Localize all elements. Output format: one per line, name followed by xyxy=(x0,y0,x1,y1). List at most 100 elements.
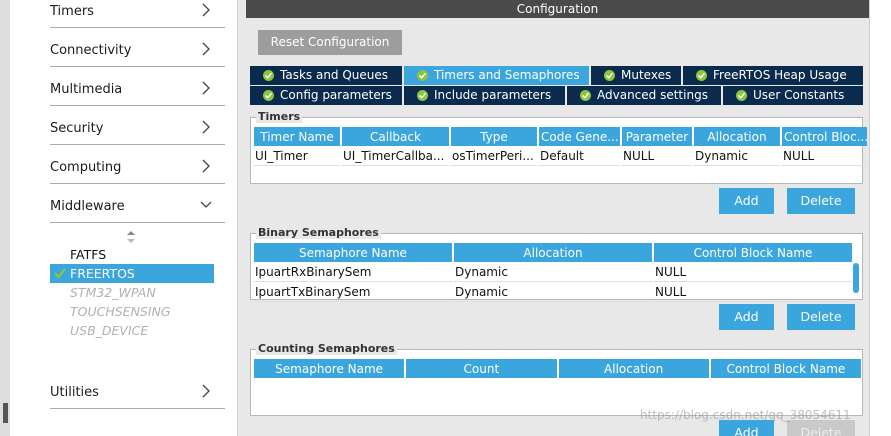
table-row[interactable]: IpuartTxBinarySem Dynamic NULL xyxy=(254,282,852,302)
column-header[interactable]: Parameter xyxy=(622,127,692,146)
chevron-right-icon xyxy=(202,81,210,95)
column-header[interactable]: Count xyxy=(406,359,557,378)
category-sidebar: Timers Connectivity Multimedia Security … xyxy=(0,0,237,436)
tab-label: FreeRTOS Heap Usage xyxy=(713,68,847,82)
table-cell: Dynamic xyxy=(694,146,780,166)
category-label: Connectivity xyxy=(50,43,132,58)
table-cell: Dynamic xyxy=(454,262,652,282)
table-cell: Dynamic xyxy=(454,282,652,302)
middleware-item-stm32-wpan[interactable]: STM32_WPAN xyxy=(50,283,214,302)
check-circle-icon xyxy=(580,90,591,101)
check-circle-icon xyxy=(263,70,274,81)
tab-user-constants[interactable]: User Constants xyxy=(723,86,863,105)
binary-semaphores-scrollbar[interactable] xyxy=(853,263,859,293)
table-cell: UI_TimerCallba... xyxy=(342,146,449,166)
category-label: Timers xyxy=(50,4,94,19)
check-circle-icon xyxy=(736,90,747,101)
middleware-item-label: USB_DEVICE xyxy=(70,323,149,338)
column-header[interactable]: Semaphore Name xyxy=(254,359,405,378)
tab-timers-and-semaphores[interactable]: Timers and Semaphores xyxy=(404,66,589,85)
left-edge-strip xyxy=(0,0,10,436)
reset-configuration-button[interactable]: Reset Configuration xyxy=(258,30,402,55)
category-label: Utilities xyxy=(50,385,99,400)
left-scroll-grip[interactable] xyxy=(3,403,8,423)
category-label: Security xyxy=(50,121,104,136)
table-cell: IpuartRxBinarySem xyxy=(254,262,452,282)
column-header[interactable]: Code Gene... xyxy=(539,127,620,146)
middleware-item-label: FREERTOS xyxy=(70,266,135,281)
column-header[interactable]: Control Block Name xyxy=(710,359,861,378)
group-title: Counting Semaphores xyxy=(256,342,397,355)
tab-config-parameters[interactable]: Config parameters xyxy=(250,86,402,105)
column-header[interactable]: Timer Name xyxy=(254,127,340,146)
category-multimedia[interactable]: Multimedia xyxy=(50,78,225,106)
table-cell: osTimerPeri... xyxy=(451,146,537,166)
watermark-text: https://blog.csdn.net/qq_38054611 xyxy=(640,408,851,422)
chevron-right-icon xyxy=(202,42,210,56)
tab-label: Timers and Semaphores xyxy=(434,68,580,82)
category-middleware[interactable]: Middleware xyxy=(50,195,225,223)
category-utilities[interactable]: Utilities xyxy=(50,381,225,409)
category-security[interactable]: Security xyxy=(50,117,225,145)
tab-label: Config parameters xyxy=(280,88,392,102)
category-computing[interactable]: Computing xyxy=(50,156,225,184)
main-scrollbar[interactable] xyxy=(869,0,891,436)
timers-add-button[interactable]: Add xyxy=(719,188,774,214)
table-row[interactable]: UI_Timer UI_TimerCallba... osTimerPeri..… xyxy=(254,146,867,166)
column-header[interactable]: Callback xyxy=(342,127,449,146)
check-icon xyxy=(54,268,66,279)
table-cell: NULL xyxy=(654,282,852,302)
column-header[interactable]: Allocation xyxy=(558,359,709,378)
middleware-item-touchsensing[interactable]: TOUCHSENSING xyxy=(50,302,214,321)
tab-label: Tasks and Queues xyxy=(280,68,389,82)
category-timers[interactable]: Timers xyxy=(50,0,225,28)
column-header[interactable]: Control Bloc... xyxy=(782,127,867,146)
category-connectivity[interactable]: Connectivity xyxy=(50,39,225,67)
category-label: Multimedia xyxy=(50,82,123,97)
table-cell: IpuartTxBinarySem xyxy=(254,282,452,302)
tab-mutexes[interactable]: Mutexes xyxy=(591,66,681,85)
column-header[interactable]: Allocation xyxy=(454,243,652,262)
middleware-item-fatfs[interactable]: FATFS xyxy=(50,245,214,264)
tab-advanced-settings[interactable]: Advanced settings xyxy=(567,86,721,105)
timers-delete-button[interactable]: Delete xyxy=(787,188,855,214)
check-circle-icon xyxy=(696,70,707,81)
binary-semaphores-table: Semaphore Name Allocation Control Block … xyxy=(252,243,854,302)
check-circle-icon xyxy=(417,70,428,81)
counting-semaphores-delete-button[interactable]: Delete xyxy=(787,420,855,436)
column-header[interactable]: Allocation xyxy=(694,127,780,146)
tab-freertos-heap-usage[interactable]: FreeRTOS Heap Usage xyxy=(683,66,863,85)
tab-tasks-and-queues[interactable]: Tasks and Queues xyxy=(250,66,402,85)
tab-label: Include parameters xyxy=(434,88,552,102)
middleware-item-usb-device[interactable]: USB_DEVICE xyxy=(50,321,214,340)
chevron-right-icon xyxy=(202,159,210,173)
table-cell: UI_Timer xyxy=(254,146,340,166)
chevron-right-icon xyxy=(202,120,210,134)
middleware-item-label: STM32_WPAN xyxy=(70,285,156,300)
column-header[interactable]: Semaphore Name xyxy=(254,243,452,262)
column-header[interactable]: Type xyxy=(451,127,537,146)
check-circle-icon xyxy=(604,70,615,81)
group-title: Binary Semaphores xyxy=(256,226,381,239)
category-label: Middleware xyxy=(50,199,125,214)
counting-semaphores-add-button[interactable]: Add xyxy=(719,420,774,436)
tab-include-parameters[interactable]: Include parameters xyxy=(404,86,565,105)
chevron-right-icon xyxy=(202,384,210,398)
pane-splitter[interactable] xyxy=(237,0,246,436)
category-label: Computing xyxy=(50,160,122,175)
table-cell: NULL xyxy=(782,146,867,166)
tab-label: User Constants xyxy=(753,88,845,102)
group-title: Timers xyxy=(256,110,303,123)
table-row[interactable]: IpuartRxBinarySem Dynamic NULL xyxy=(254,262,852,282)
configuration-pane: Configuration Reset Configuration Tasks … xyxy=(246,0,869,436)
timers-table: Timer Name Callback Type Code Gene... Pa… xyxy=(252,127,869,166)
middleware-item-freertos[interactable]: FREERTOS xyxy=(50,264,214,283)
binary-semaphores-delete-button[interactable]: Delete xyxy=(787,304,855,330)
check-circle-icon xyxy=(417,90,428,101)
column-header[interactable]: Control Block Name xyxy=(654,243,852,262)
binary-semaphores-add-button[interactable]: Add xyxy=(719,304,774,330)
configuration-title: Configuration xyxy=(246,0,869,18)
sort-icon[interactable] xyxy=(126,230,136,244)
check-circle-icon xyxy=(263,90,274,101)
table-cell: NULL xyxy=(622,146,692,166)
